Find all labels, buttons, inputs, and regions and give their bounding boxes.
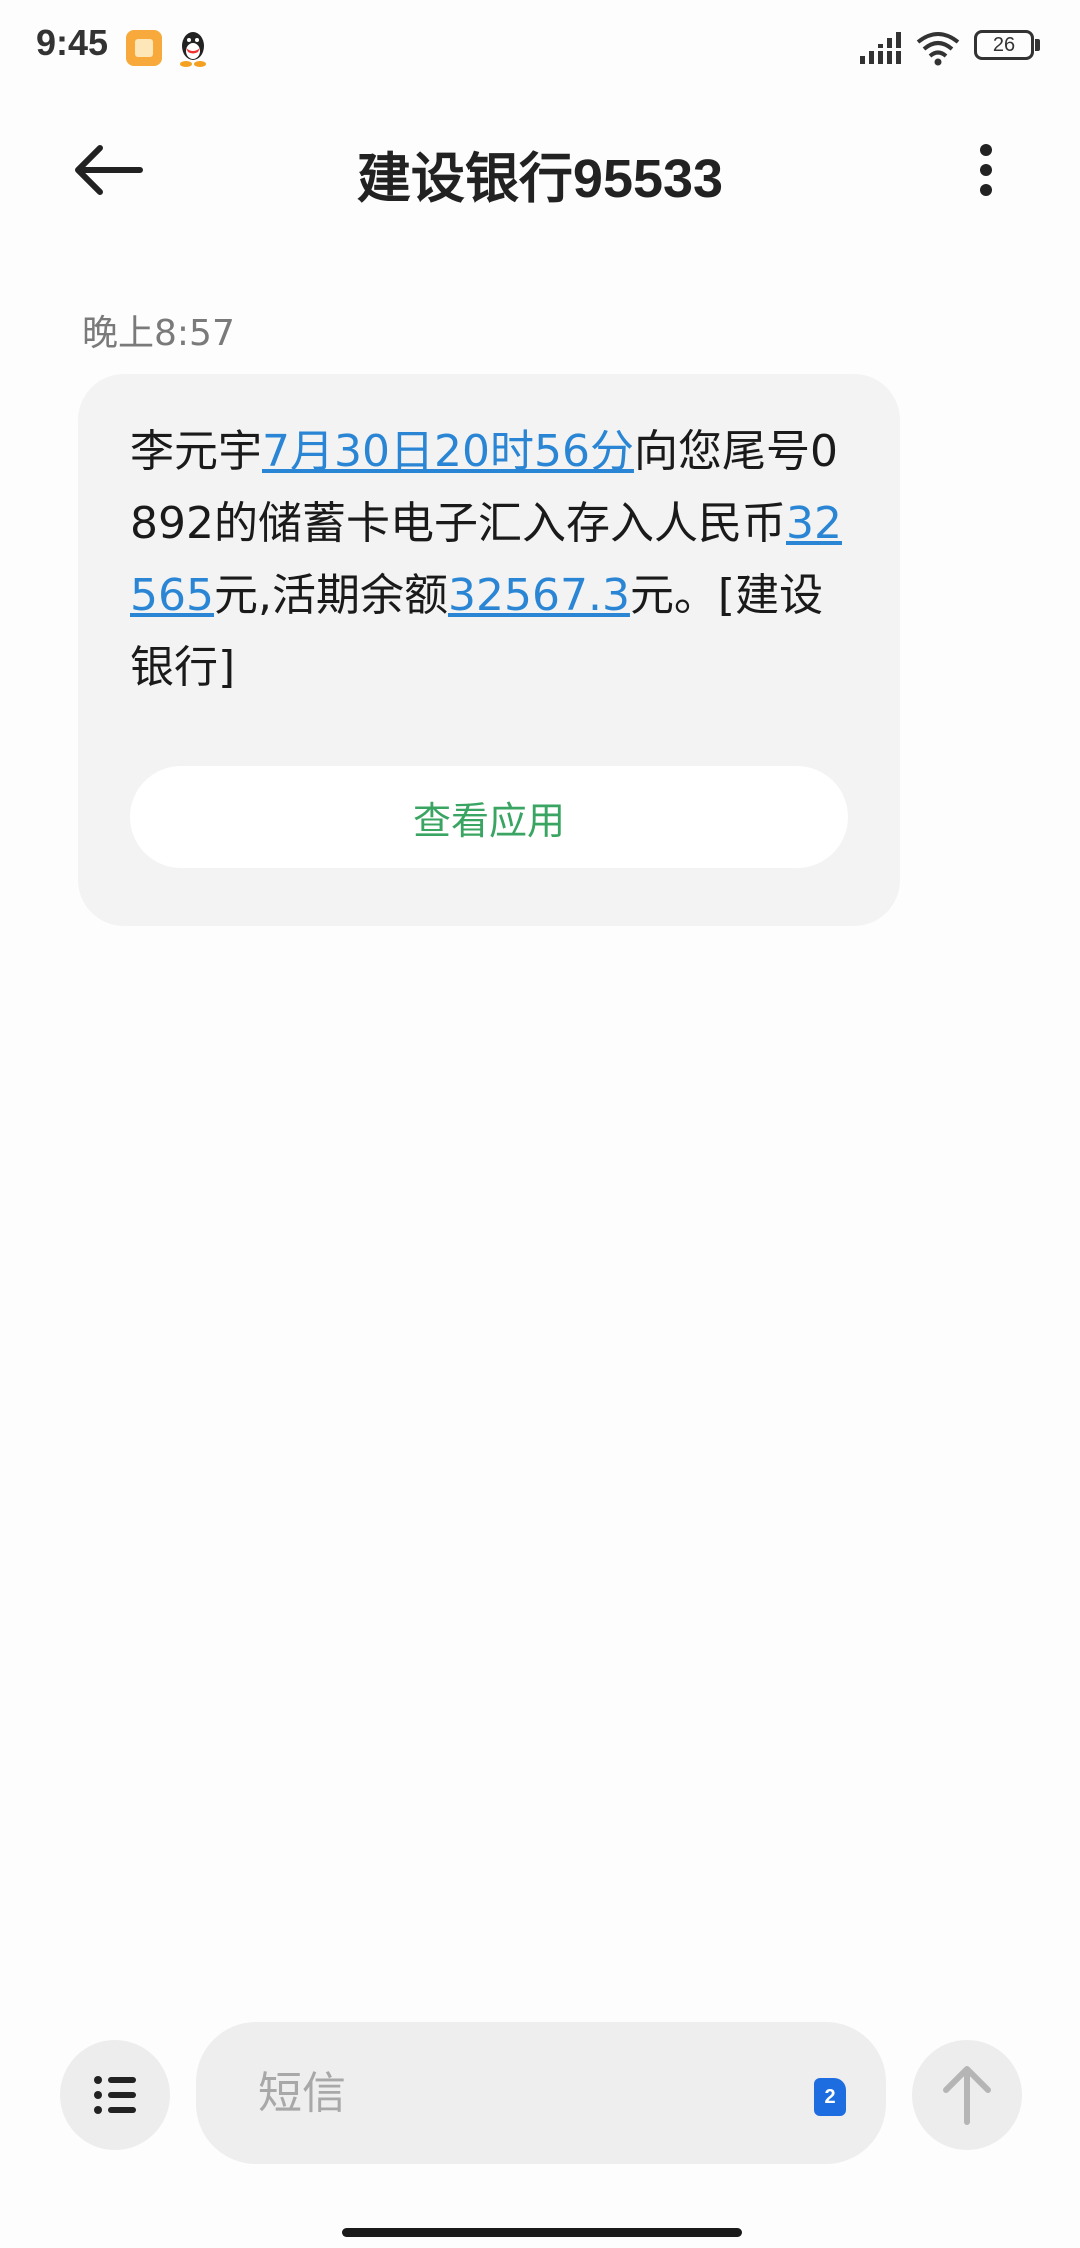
message-text-part: 元,活期余额	[213, 570, 448, 621]
qq-icon	[180, 32, 206, 67]
sim-card-icon[interactable]: 2	[814, 2078, 846, 2116]
gallery-notification-icon	[126, 30, 162, 66]
more-vertical-icon	[980, 144, 992, 196]
compose-field[interactable]: 2	[196, 2022, 886, 2164]
view-app-button[interactable]: 查看应用	[130, 766, 848, 868]
arrow-up-icon	[943, 2066, 991, 2125]
wifi-icon	[916, 32, 960, 66]
more-options-button[interactable]	[966, 138, 1006, 202]
send-button[interactable]	[912, 2040, 1022, 2150]
battery-icon: 26	[974, 30, 1042, 64]
message-bubble[interactable]: 李元宇7月30日20时56分向您尾号0892的储蓄卡电子汇入存入人民币32565…	[78, 374, 900, 926]
balance-link[interactable]: 32567.3	[448, 570, 630, 621]
signal-icon	[858, 32, 902, 64]
message-body: 李元宇7月30日20时56分向您尾号0892的储蓄卡电子汇入存入人民币32565…	[130, 416, 860, 704]
battery-tip	[1035, 39, 1040, 51]
date-link[interactable]: 7月30日20时56分	[262, 426, 634, 477]
message-timestamp: 晚上8:57	[82, 313, 235, 354]
menu-button[interactable]	[60, 2040, 170, 2150]
home-indicator[interactable]	[342, 2228, 742, 2237]
list-icon	[94, 2076, 136, 2114]
message-input[interactable]	[256, 2052, 760, 2134]
conversation-header: 建设银行95533	[0, 120, 1080, 220]
battery-level: 26	[974, 30, 1034, 60]
status-time: 9:45	[36, 22, 109, 63]
message-text-part: 李元宇	[130, 426, 262, 477]
conversation-title: 建设银行95533	[356, 149, 724, 209]
status-bar: 9:45 26	[0, 0, 1080, 100]
